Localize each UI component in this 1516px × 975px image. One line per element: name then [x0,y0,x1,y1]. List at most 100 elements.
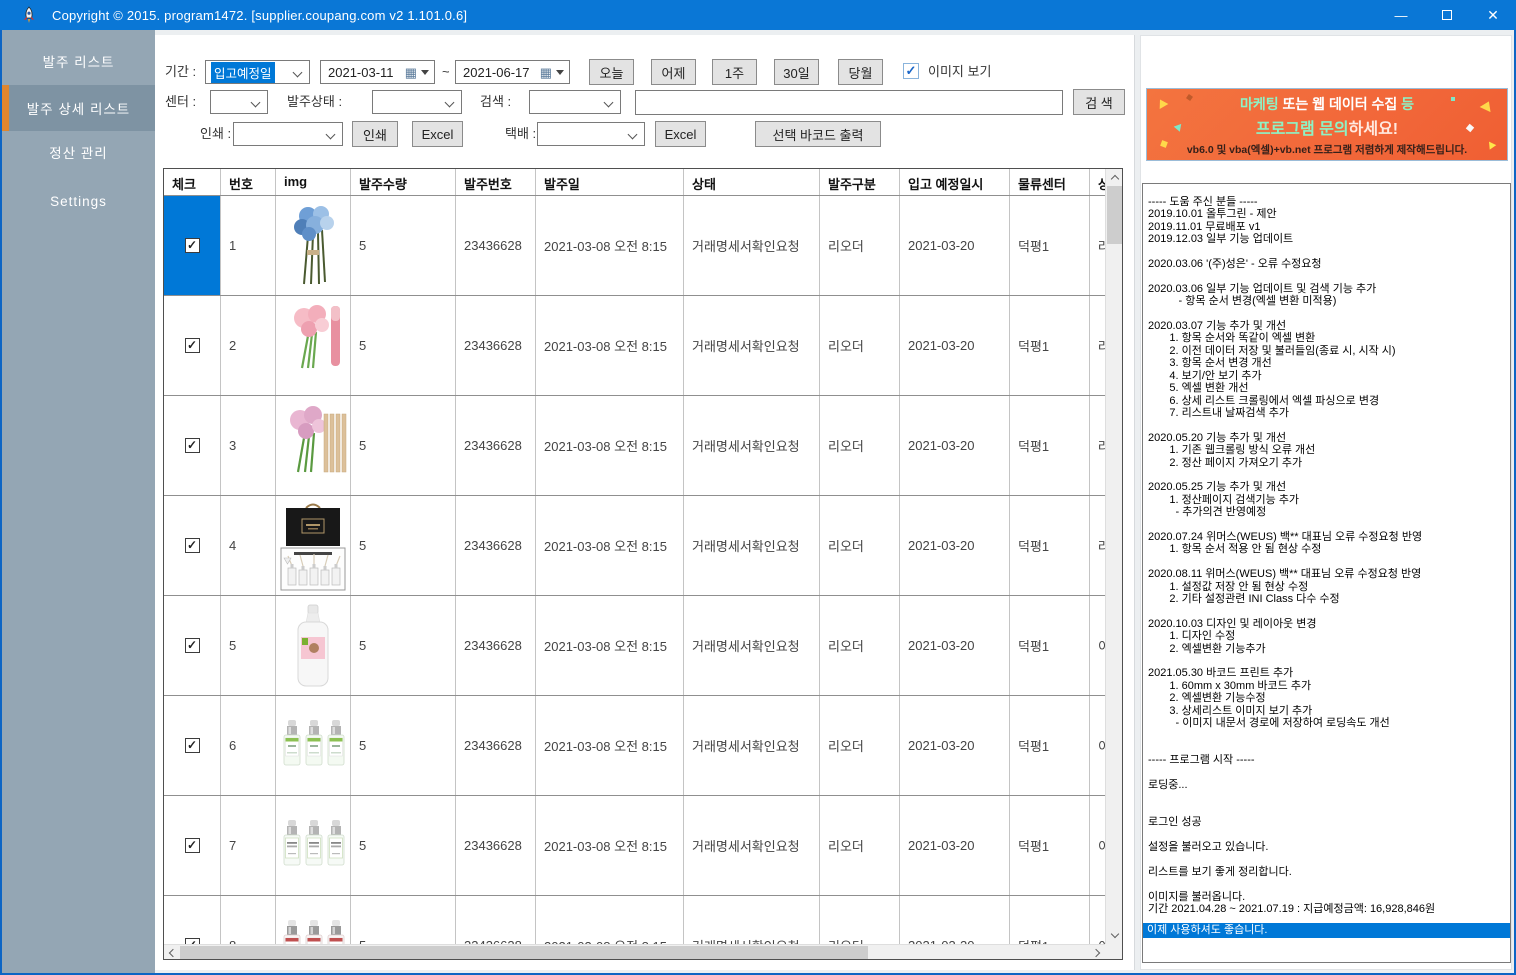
cell-order-date[interactable]: 2021-03-08 오전 8:15 [536,196,684,295]
cell-order-type[interactable]: 리오더 [820,796,900,895]
cell-no[interactable]: 5 [221,596,276,695]
cell-name-cut[interactable]: 이 [1090,796,1105,895]
cell-eta[interactable]: 2021-03-20 [900,296,1010,395]
quick-button-days30[interactable]: 30일 [774,59,819,85]
minimize-button[interactable]: — [1378,0,1424,30]
cell-no[interactable]: 2 [221,296,276,395]
cell-order-no[interactable]: 23436628 [456,396,536,495]
row-checkbox[interactable]: ✓ [185,538,200,553]
column-header-8[interactable]: 입고 예정일시 [900,169,1010,195]
barcode-print-button[interactable]: 선택 바코드 출력 [755,121,881,147]
cell-name-cut[interactable]: 러 [1090,496,1105,595]
row-check-cell[interactable]: ✓ [164,796,221,895]
cell-order-type[interactable]: 리오더 [820,396,900,495]
center-select[interactable] [210,90,268,114]
cell-order-no[interactable]: 23436628 [456,896,536,944]
table-row[interactable]: ✓75234366282021-03-08 오전 8:15거래명세서확인요청리오… [164,796,1105,896]
scroll-right-icon[interactable] [1090,945,1105,960]
column-header-0[interactable]: 체크 [164,169,221,195]
cell-status[interactable]: 거래명세서확인요청 [684,796,820,895]
table-vertical-scrollbar[interactable] [1105,169,1122,944]
cell-order-date[interactable]: 2021-03-08 오전 8:15 [536,796,684,895]
excel-button-2[interactable]: Excel [655,121,706,147]
column-header-9[interactable]: 물류센터 [1010,169,1090,195]
cell-eta[interactable]: 2021-03-20 [900,696,1010,795]
row-checkbox[interactable]: ✓ [185,238,200,253]
row-check-cell[interactable]: ✓ [164,496,221,595]
row-checkbox[interactable]: ✓ [185,338,200,353]
table-row[interactable]: ✓65234366282021-03-08 오전 8:15거래명세서확인요청리오… [164,696,1105,796]
courier-select[interactable] [537,122,645,146]
column-header-4[interactable]: 발주번호 [456,169,536,195]
row-check-cell[interactable]: ✓ [164,296,221,395]
cell-center[interactable]: 덕평1 [1010,696,1090,795]
cell-name-cut[interactable]: 러 [1090,196,1105,295]
sidebar-item-settings[interactable]: Settings [2,178,155,224]
quick-button-today[interactable]: 오늘 [589,59,634,85]
row-check-cell[interactable]: ✓ [164,596,221,695]
cell-center[interactable]: 덕평1 [1010,296,1090,395]
cell-order-type[interactable]: 리오더 [820,696,900,795]
cell-eta[interactable]: 2021-03-20 [900,396,1010,495]
cell-name-cut[interactable]: 러 [1090,396,1105,495]
cell-status[interactable]: 거래명세서확인요청 [684,196,820,295]
close-button[interactable]: ✕ [1470,0,1516,30]
table-horizontal-scrollbar[interactable] [164,944,1105,959]
cell-center[interactable]: 덕평1 [1010,396,1090,495]
cell-qty[interactable]: 5 [351,196,456,295]
cell-order-type[interactable]: 리오더 [820,496,900,595]
image-view-checkbox[interactable]: ✓ [903,63,919,79]
cell-order-date[interactable]: 2021-03-08 오전 8:15 [536,396,684,495]
search-input[interactable] [635,90,1063,115]
sidebar-item-order-detail-list[interactable]: 발주 상세 리스트 [2,85,155,131]
cell-qty[interactable]: 5 [351,696,456,795]
column-header-5[interactable]: 발주일 [536,169,684,195]
quick-button-week1[interactable]: 1주 [712,59,757,85]
column-header-10[interactable]: 상 [1090,169,1105,195]
cell-order-no[interactable]: 23436628 [456,596,536,695]
cell-qty[interactable]: 5 [351,896,456,944]
row-checkbox[interactable]: ✓ [185,838,200,853]
cell-order-type[interactable]: 리오더 [820,896,900,944]
date-from-picker[interactable]: 2021-03-11 ▦ [320,60,435,84]
cell-eta[interactable]: 2021-03-20 [900,896,1010,944]
vertical-scroll-thumb[interactable] [1107,186,1122,244]
row-checkbox[interactable]: ✓ [185,638,200,653]
period-type-select[interactable]: 입고예정일 [205,60,310,84]
cell-no[interactable]: 1 [221,196,276,295]
cell-order-no[interactable]: 23436628 [456,696,536,795]
cell-qty[interactable]: 5 [351,796,456,895]
cell-order-no[interactable]: 23436628 [456,196,536,295]
table-row[interactable]: ✓85234366282021-03-08 오전 8:15거래명세서확인요청리오… [164,896,1105,944]
column-header-1[interactable]: 번호 [221,169,276,195]
horizontal-scroll-thumb[interactable] [180,946,868,959]
cell-order-type[interactable]: 리오더 [820,196,900,295]
column-header-2[interactable]: img [276,169,351,195]
date-to-picker[interactable]: 2021-06-17 ▦ [455,60,570,84]
cell-order-date[interactable]: 2021-03-08 오전 8:15 [536,696,684,795]
table-row[interactable]: ✓55234366282021-03-08 오전 8:15거래명세서확인요청리오… [164,596,1105,696]
row-check-cell[interactable]: ✓ [164,196,221,295]
print-select[interactable] [233,122,343,146]
cell-order-date[interactable]: 2021-03-08 오전 8:15 [536,296,684,395]
quick-button-yesterday[interactable]: 어제 [651,59,696,85]
cell-order-date[interactable]: 2021-03-08 오전 8:15 [536,896,684,944]
column-header-7[interactable]: 발주구분 [820,169,900,195]
row-checkbox[interactable]: ✓ [185,738,200,753]
print-button[interactable]: 인쇄 [352,121,398,147]
column-header-6[interactable]: 상태 [684,169,820,195]
cell-center[interactable]: 덕평1 [1010,496,1090,595]
cell-eta[interactable]: 2021-03-20 [900,196,1010,295]
cell-order-type[interactable]: 리오더 [820,596,900,695]
row-checkbox[interactable]: ✓ [185,438,200,453]
quick-button-month[interactable]: 당월 [838,59,883,85]
cell-eta[interactable]: 2021-03-20 [900,596,1010,695]
scroll-left-icon[interactable] [164,945,179,960]
row-check-cell[interactable]: ✓ [164,396,221,495]
cell-no[interactable]: 4 [221,496,276,595]
scroll-down-icon[interactable] [1106,927,1123,944]
column-header-3[interactable]: 발주수량 [351,169,456,195]
cell-qty[interactable]: 5 [351,396,456,495]
cell-eta[interactable]: 2021-03-20 [900,496,1010,595]
cell-status[interactable]: 거래명세서확인요청 [684,896,820,944]
